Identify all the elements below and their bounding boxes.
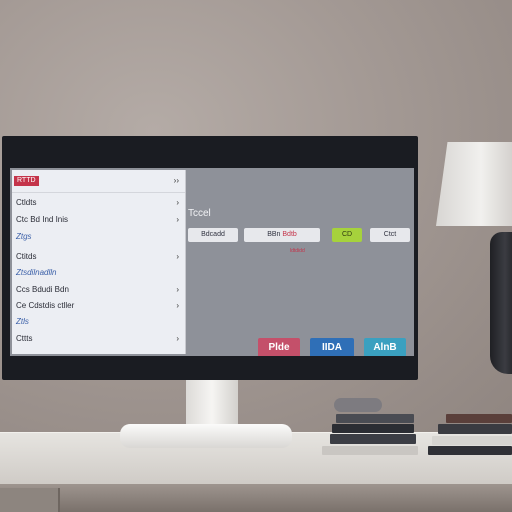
chevron-right-icon: › (176, 198, 179, 207)
book (332, 424, 414, 433)
sidebar-row[interactable]: Ztls (12, 313, 185, 331)
desk-front (0, 484, 512, 512)
chevron-right-icon: › (176, 334, 179, 343)
book (322, 446, 418, 455)
sidebar-header: RTTD ›› (12, 170, 185, 193)
red-note-text: ldtdidd (290, 248, 305, 254)
lamp-base (490, 232, 512, 374)
screen-title: Tccel (188, 208, 211, 219)
sidebar-row[interactable]: Ztsdilnadlln (12, 264, 185, 282)
sidebar-row-label: Ztls (16, 317, 29, 326)
app-tile[interactable]: IIDA (310, 338, 354, 356)
book (432, 436, 512, 445)
sidebar-header-label[interactable]: RTTD (14, 176, 39, 186)
sidebar-row[interactable]: Cttts › (12, 330, 185, 348)
monitor-stand-base (120, 424, 292, 448)
sidebar-row-label: Ztsdilnadlln (16, 268, 57, 277)
book (438, 424, 512, 434)
decor-object (334, 398, 382, 412)
lamp-shade (436, 142, 512, 226)
filter-chip[interactable]: Bdcadd (188, 228, 238, 242)
monitor-stand-neck (186, 380, 238, 426)
monitor: RTTD ›› Ctldts › Ctc Bd Ind Inis › Ztgs … (2, 136, 418, 380)
filter-chip-green[interactable]: CD (332, 228, 362, 242)
desk-drawer (0, 488, 60, 512)
book (330, 434, 416, 444)
book (336, 414, 414, 423)
filter-chip-label: BBn (267, 231, 281, 238)
chevron-right-icon: › (176, 215, 179, 224)
app-tile[interactable]: Plde (258, 338, 300, 356)
sidebar-row-label: Ztgs (16, 232, 32, 241)
filter-chip[interactable]: Ctct (370, 228, 410, 242)
photo-scene: RTTD ›› Ctldts › Ctc Bd Ind Inis › Ztgs … (0, 0, 512, 512)
monitor-screen: RTTD ›› Ctldts › Ctc Bd Ind Inis › Ztgs … (10, 168, 414, 356)
sidebar: RTTD ›› Ctldts › Ctc Bd Ind Inis › Ztgs … (12, 170, 186, 354)
sidebar-row[interactable]: Ztgs (12, 228, 185, 246)
book (428, 446, 512, 455)
sidebar-row-label: Cttts (16, 334, 33, 343)
sidebar-row[interactable]: Ctc Bd Ind Inis › (12, 211, 185, 229)
book (446, 414, 512, 423)
filter-chip-accent: Bdtb (282, 231, 297, 238)
sidebar-row[interactable]: Ctldts › (12, 194, 185, 212)
sidebar-row-label: Ctc Bd Ind Inis (16, 215, 69, 224)
filter-chip[interactable]: BBn Bdtb (244, 228, 320, 242)
app-tile[interactable]: AlnB (364, 338, 406, 356)
sidebar-row-label: Ctldts (16, 198, 37, 207)
sidebar-top-right-mark[interactable]: ›› (174, 176, 179, 185)
